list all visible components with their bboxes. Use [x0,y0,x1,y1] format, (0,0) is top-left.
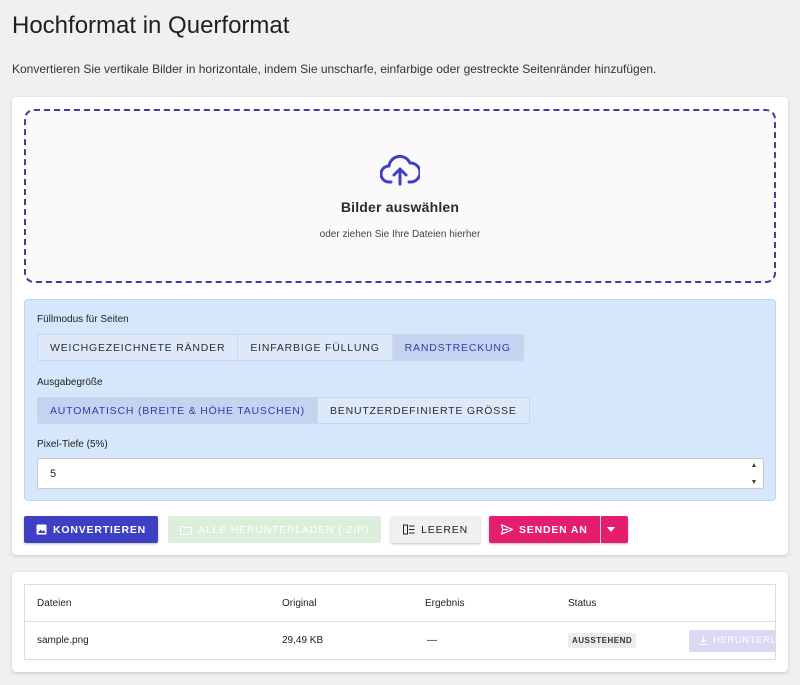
fill-mode-toggle: WEICHGEZEICHNETE RÄNDER EINFARBIGE FÜLLU… [37,334,524,361]
page-description: Konvertieren Sie vertikale Bilder in hor… [12,62,657,76]
file-status: AUSSTEHEND [568,622,637,659]
download-all-button[interactable]: ALLE HERUNTERLADEN (.ZIP) [168,516,382,543]
download-icon [699,636,708,645]
header-original: Original [282,598,317,609]
files-table: Dateien Original Ergebnis Status sample.… [24,584,776,660]
header-files: Dateien [37,598,72,609]
fill-mode-blurred-button[interactable]: WEICHGEZEICHNETE RÄNDER [38,335,239,360]
file-download-button[interactable]: HERUNTERLADEN [689,629,776,652]
options-panel: Füllmodus für Seiten WEICHGEZEICHNETE RÄ… [24,299,776,501]
pixel-depth-label: Pixel-Tiefe (5%) [37,439,108,450]
header-result: Ergebnis [425,598,465,609]
output-size-label: Ausgabegröße [37,377,103,388]
clear-button-label: LEEREN [421,523,468,536]
files-card: Dateien Original Ergebnis Status sample.… [12,572,788,672]
image-icon [36,524,47,535]
file-dropzone[interactable]: Bilder auswählen oder ziehen Sie Ihre Da… [24,109,776,283]
output-size-toggle: AUTOMATISCH (BREITE & HÖHE TAUSCHEN) BEN… [37,397,530,424]
page-title: Hochformat in Querformat [12,12,290,39]
action-bar: KONVERTIEREN ALLE HERUNTERLADEN (.ZIP) L… [24,516,628,543]
file-download-label: HERUNTERLADEN [713,635,776,646]
dropzone-title: Bilder auswählen [340,199,460,215]
convert-button-label: KONVERTIEREN [53,523,147,536]
send-icon [500,524,513,535]
convert-button[interactable]: KONVERTIEREN [24,516,159,543]
file-result: — [427,635,437,646]
fill-mode-solid-button[interactable]: EINFARBIGE FÜLLUNG [238,335,393,360]
file-actions: HERUNTERLADEN [689,622,776,659]
send-to-dropdown-button[interactable] [600,516,628,543]
output-size-custom-button[interactable]: BENUTZERDEFINIERTE GRÖSSE [317,398,529,423]
converter-card: Bilder auswählen oder ziehen Sie Ihre Da… [12,97,788,555]
spinner-down-icon[interactable]: ▼ [751,479,758,486]
status-badge: AUSSTEHEND [568,633,637,648]
file-original-size: 29,49 KB [282,635,324,646]
send-to-button-label: SENDEN AN [518,523,588,536]
clear-list-icon [403,524,415,535]
fill-mode-label: Füllmodus für Seiten [37,314,129,325]
dropzone-subtitle: oder ziehen Sie Ihre Dateien hierher [319,229,481,240]
clear-button[interactable]: LEEREN [391,516,480,543]
cloud-upload-icon [380,154,420,186]
send-to-button[interactable]: SENDEN AN [488,516,600,543]
spinner-up-icon[interactable]: ▲ [751,462,758,469]
number-spinner[interactable]: ▲ ▼ [749,462,759,486]
table-row: sample.png 29,49 KB — AUSSTEHEND HERUNTE… [25,622,775,659]
file-name: sample.png [37,635,89,646]
pixel-depth-value: 5 [50,467,57,480]
header-status: Status [568,598,597,609]
fill-mode-stretch-button[interactable]: RANDSTRECKUNG [392,335,523,360]
folder-icon [180,525,193,535]
output-size-auto-button[interactable]: AUTOMATISCH (BREITE & HÖHE TAUSCHEN) [38,398,318,423]
download-all-button-label: ALLE HERUNTERLADEN (.ZIP) [198,523,370,536]
table-header: Dateien Original Ergebnis Status [25,585,775,622]
pixel-depth-input[interactable]: 5 ▲ ▼ [37,458,764,489]
caret-down-icon [607,527,616,532]
